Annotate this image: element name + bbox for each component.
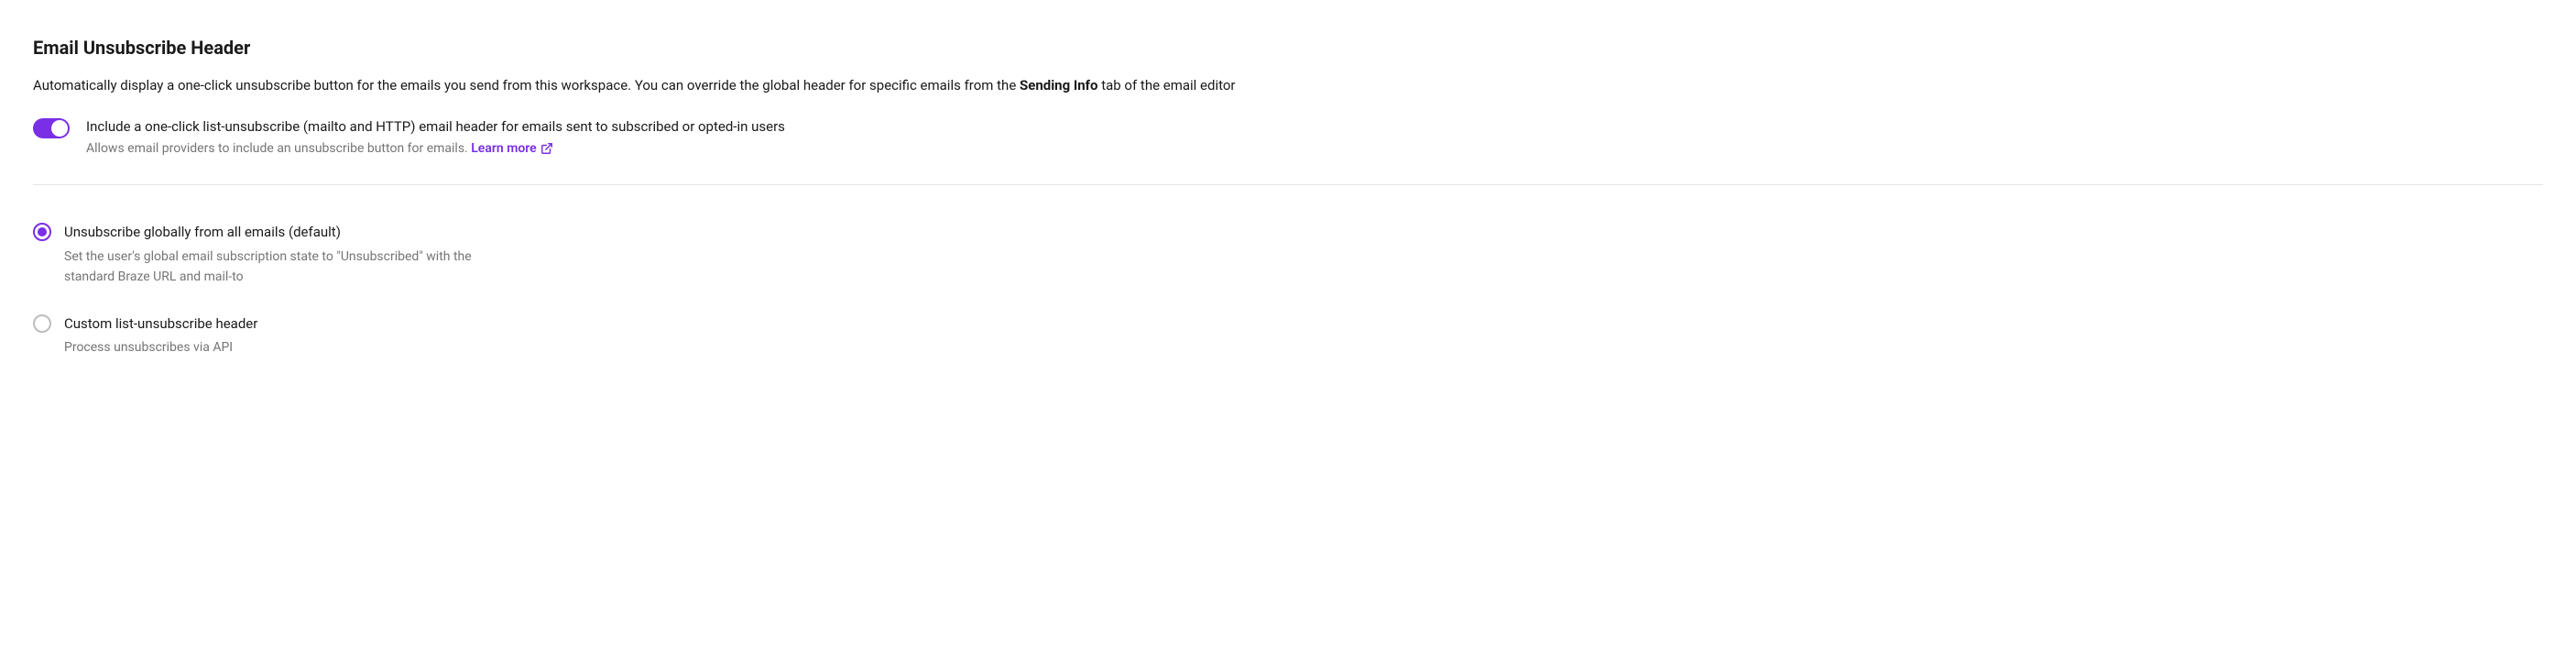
radio-row-global: Unsubscribe globally from all emails (de…	[33, 222, 2543, 287]
toggle-sublabel-text: Allows email providers to include an uns…	[86, 141, 471, 156]
section-description: Automatically display a one-click unsubs…	[33, 75, 2543, 96]
toggle-knob	[51, 120, 68, 137]
section-title: Email Unsubscribe Header	[33, 37, 2543, 59]
description-pre: Automatically display a one-click unsubs…	[33, 77, 1020, 94]
toggle-content: Include a one-click list-unsubscribe (ma…	[86, 116, 785, 160]
learn-more-text: Learn more	[471, 138, 536, 159]
radio-content-custom: Custom list-unsubscribe header Process u…	[64, 314, 257, 358]
radio-label-global: Unsubscribe globally from all emails (de…	[64, 222, 522, 243]
external-link-icon	[540, 142, 553, 155]
radio-label-custom: Custom list-unsubscribe header	[64, 314, 257, 335]
include-unsubscribe-toggle-row: Include a one-click list-unsubscribe (ma…	[33, 116, 2543, 160]
learn-more-link[interactable]: Learn more	[471, 138, 552, 159]
toggle-label: Include a one-click list-unsubscribe (ma…	[86, 116, 785, 138]
include-unsubscribe-toggle[interactable]	[33, 118, 70, 138]
radio-custom[interactable]	[33, 314, 51, 333]
description-post: tab of the email editor	[1098, 77, 1236, 94]
description-bold: Sending Info	[1020, 77, 1098, 94]
radio-row-custom: Custom list-unsubscribe header Process u…	[33, 314, 2543, 358]
unsubscribe-type-radio-group: Unsubscribe globally from all emails (de…	[33, 222, 2543, 358]
radio-sublabel-custom: Process unsubscribes via API	[64, 337, 257, 358]
radio-content-global: Unsubscribe globally from all emails (de…	[64, 222, 522, 287]
radio-global[interactable]	[33, 223, 51, 241]
toggle-sublabel: Allows email providers to include an uns…	[86, 138, 785, 159]
section-divider	[33, 184, 2543, 185]
radio-sublabel-global: Set the user's global email subscription…	[64, 247, 522, 288]
